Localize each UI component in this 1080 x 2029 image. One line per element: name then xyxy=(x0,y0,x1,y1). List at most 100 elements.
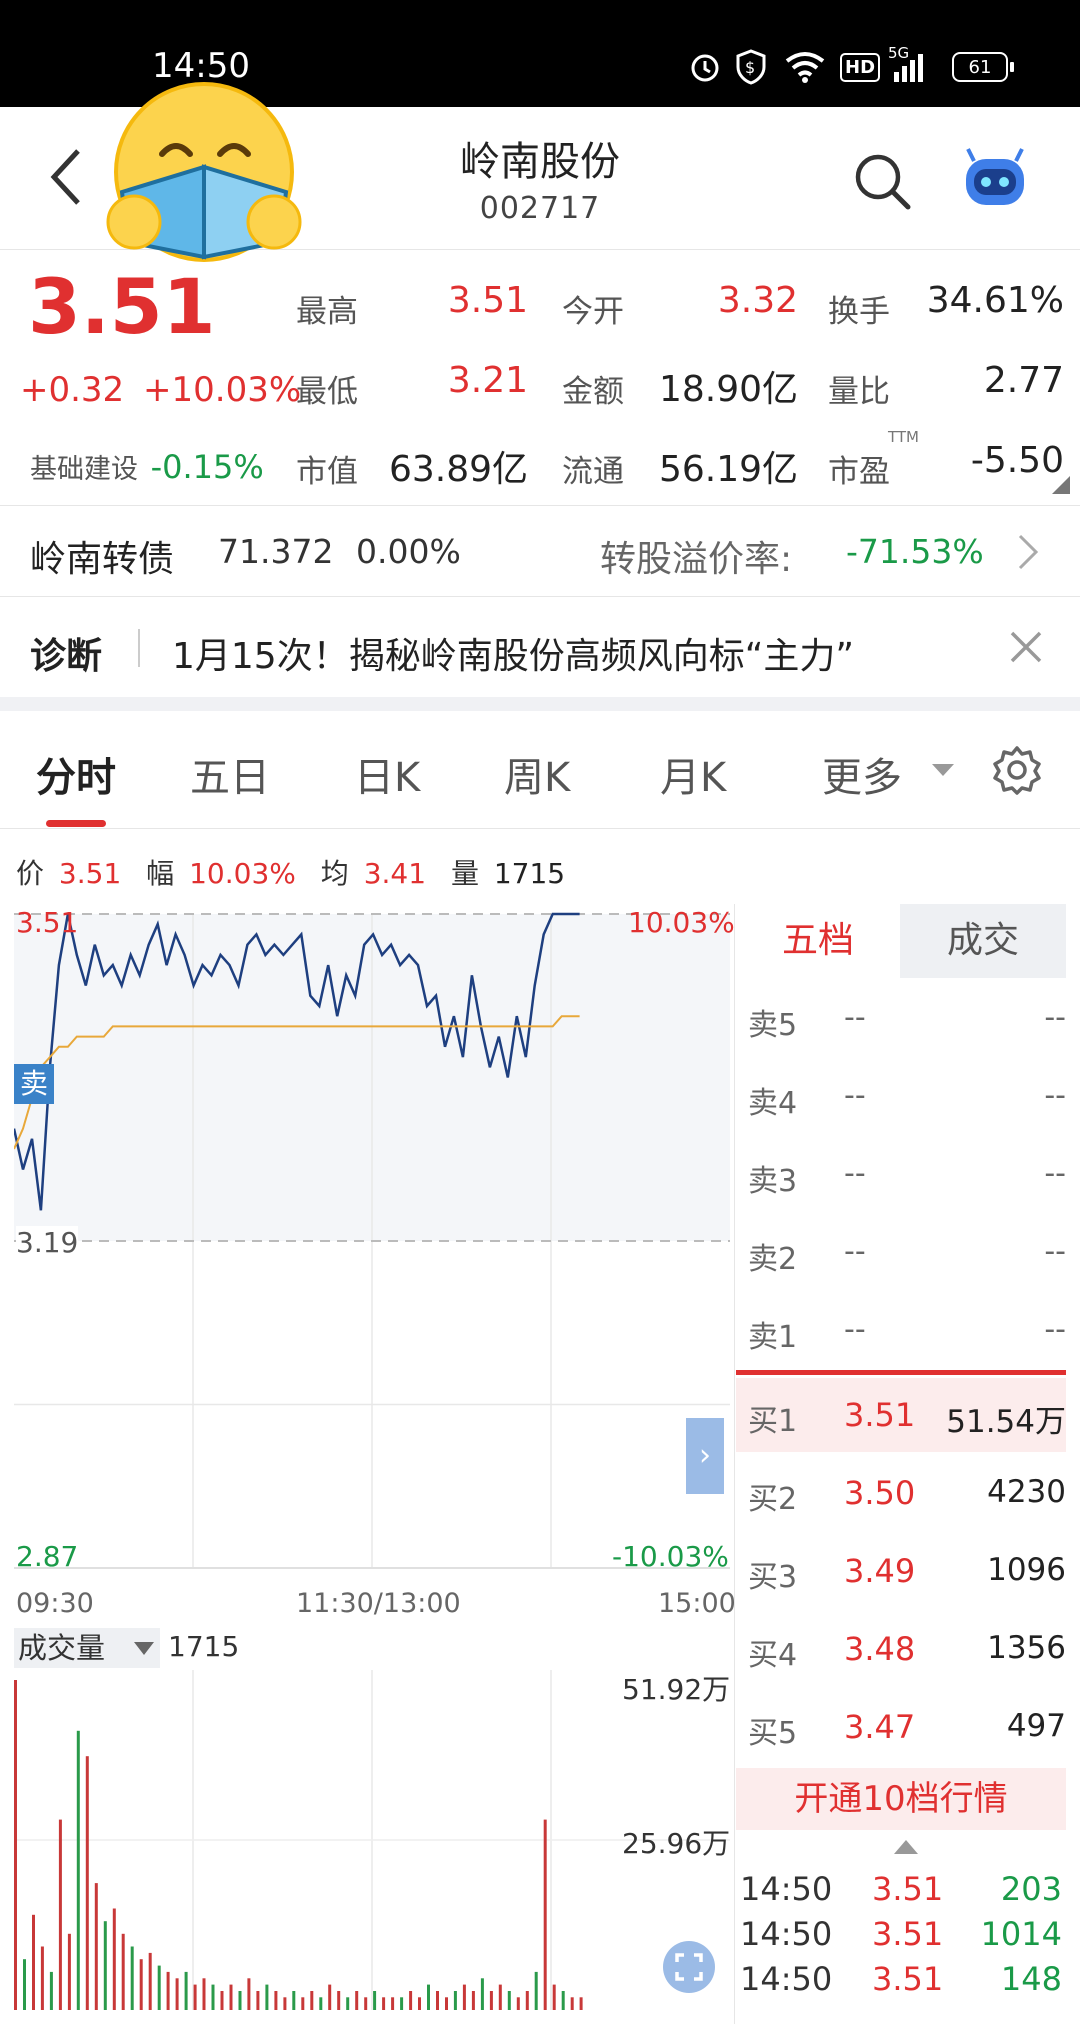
volume-bar xyxy=(471,1991,475,2010)
volume-bar xyxy=(436,1991,439,2010)
volume-bar xyxy=(319,1997,323,2010)
volume-bar xyxy=(507,1991,511,2010)
stat-value: 3.32 xyxy=(717,280,798,321)
tab-4[interactable]: 月K xyxy=(660,745,726,803)
battery-icon: 61 xyxy=(952,48,1014,86)
buy-level-row[interactable]: 买4 3.48 1356 xyxy=(748,1630,1066,1673)
sell-level-row[interactable]: 卖4 -- -- xyxy=(748,1078,1066,1121)
tab-2[interactable]: 日K xyxy=(354,745,420,803)
volume-bar xyxy=(283,1997,287,2010)
volume-bar xyxy=(76,1730,80,2010)
volume-bar xyxy=(382,1997,386,2010)
trade-price: 3.51 xyxy=(872,1915,944,1953)
stat-value: 34.61% xyxy=(926,280,1064,321)
chart-info-vol: 1715 xyxy=(493,857,566,890)
trade-time: 14:50 xyxy=(740,1915,833,1953)
volume-bar xyxy=(445,1997,448,2010)
volume-bar xyxy=(103,1921,107,2010)
volume-bar xyxy=(453,1991,457,2010)
x-label-end: 15:00 xyxy=(658,1588,736,1619)
level-price: 3.48 xyxy=(844,1630,916,1668)
price-change: +0.32 +10.03% xyxy=(20,370,301,410)
level-label: 买2 xyxy=(748,1482,798,1517)
tab-3[interactable]: 周K xyxy=(504,745,570,803)
level-price: -- xyxy=(844,1078,866,1113)
book-divider xyxy=(736,1370,1066,1375)
tab-0[interactable]: 分时 xyxy=(36,745,116,803)
stat-value: 3.21 xyxy=(447,360,528,401)
buy-level-row[interactable]: 买3 3.49 1096 xyxy=(748,1552,1066,1595)
level-label: 买5 xyxy=(748,1716,798,1751)
bond-row[interactable]: 岭南转债 71.372 0.00% 转股溢价率: -71.53% xyxy=(0,506,1080,596)
volume-bar xyxy=(525,1991,529,2010)
sell-level-row[interactable]: 卖3 -- -- xyxy=(748,1156,1066,1199)
upgrade-10-levels-button[interactable]: 开通10档行情 xyxy=(736,1768,1066,1830)
gear-icon[interactable] xyxy=(992,745,1042,795)
stat-label: 量比 xyxy=(828,374,890,410)
sector-change: -0.15% xyxy=(150,448,264,486)
volume-bar xyxy=(32,1914,35,2010)
level-volume: -- xyxy=(1044,1312,1066,1347)
expand-up-icon[interactable] xyxy=(894,1840,918,1854)
sell-level-row[interactable]: 卖2 -- -- xyxy=(748,1234,1066,1277)
volume-value: 1715 xyxy=(168,1630,240,1663)
fullscreen-icon[interactable] xyxy=(662,1940,716,1994)
volume-bar xyxy=(148,1952,152,2010)
volume-bar xyxy=(256,1991,260,2010)
buy-level-row[interactable]: 买2 3.50 4230 xyxy=(748,1474,1066,1517)
x-label-start: 09:30 xyxy=(16,1588,94,1619)
panel-expand-button[interactable]: › xyxy=(686,1418,724,1494)
volume-bar xyxy=(121,1933,125,2010)
stock-name: 岭南股份 xyxy=(460,139,620,185)
level-volume: -- xyxy=(1044,1156,1066,1191)
stat-label: 最高 xyxy=(296,294,358,330)
buy-level-row[interactable]: 买1 3.51 51.54万 xyxy=(748,1396,1066,1440)
chart-info-amp: 10.03% xyxy=(189,857,296,890)
level-price: 3.47 xyxy=(844,1708,916,1746)
volume-bar xyxy=(543,1819,547,2010)
tab-trades[interactable]: 成交 xyxy=(900,904,1066,978)
volume-bar xyxy=(193,1984,197,2010)
trade-price: 3.51 xyxy=(872,1960,944,1998)
level-label: 买1 xyxy=(748,1404,798,1439)
pct-label-bottom: -10.03% xyxy=(612,1540,729,1573)
volume-bar xyxy=(175,1978,179,2010)
tab-5[interactable]: 更多 xyxy=(822,745,902,803)
robot-assistant-icon[interactable] xyxy=(960,147,1030,215)
level-price: -- xyxy=(844,1156,866,1191)
sell-level-row[interactable]: 卖5 -- -- xyxy=(748,1000,1066,1043)
stock-detail-screen: 14:50 $ HD 5G 61 岭南股份 002717 3.51 +0.32 … xyxy=(0,0,1080,2029)
tab-1[interactable]: 五日 xyxy=(190,745,270,803)
level-volume: 1356 xyxy=(987,1630,1066,1666)
search-icon[interactable] xyxy=(852,151,912,215)
volume-bar xyxy=(391,1997,395,2010)
sell-marker[interactable]: 卖 xyxy=(14,1064,54,1104)
buy-level-row[interactable]: 买5 3.47 497 xyxy=(748,1708,1066,1751)
volume-bar xyxy=(328,1984,332,2010)
level-label: 卖2 xyxy=(748,1242,798,1277)
level-price: -- xyxy=(844,1234,866,1269)
volume-bar xyxy=(67,1933,71,2010)
change-percent: +10.03% xyxy=(143,370,302,410)
sell-level-row[interactable]: 卖1 -- -- xyxy=(748,1312,1066,1355)
diagnosis-banner[interactable]: 诊断 1月15次！揭秘岭南股份高频风向标“主力” xyxy=(0,597,1080,697)
chart-info-row: 价 3.51 幅 10.03% 均 3.41 量 1715 xyxy=(16,857,566,890)
volume-selector[interactable]: 成交量 xyxy=(14,1628,160,1668)
sector-row[interactable]: 基础建设 -0.15% xyxy=(30,447,264,486)
close-icon[interactable] xyxy=(1008,629,1044,665)
stat-label: 市盈 xyxy=(828,454,890,490)
volume-bar xyxy=(112,1908,116,2010)
tab-five-levels[interactable]: 五档 xyxy=(736,904,900,978)
volume-bar xyxy=(301,1997,305,2010)
stock-code: 002717 xyxy=(479,191,601,226)
trade-price: 3.51 xyxy=(872,1870,944,1908)
intraday-price-chart[interactable] xyxy=(14,908,730,1578)
more-dropdown-icon[interactable] xyxy=(932,764,954,776)
volume-bar xyxy=(337,1991,341,2010)
stat-value: 56.19亿 xyxy=(658,449,798,490)
signal-icon: 5G xyxy=(888,44,924,86)
chart-info-price: 3.51 xyxy=(58,857,122,890)
trade-volume: 148 xyxy=(1000,1960,1062,1998)
volume-bar xyxy=(373,1991,377,2010)
volume-bar xyxy=(247,1978,251,2010)
